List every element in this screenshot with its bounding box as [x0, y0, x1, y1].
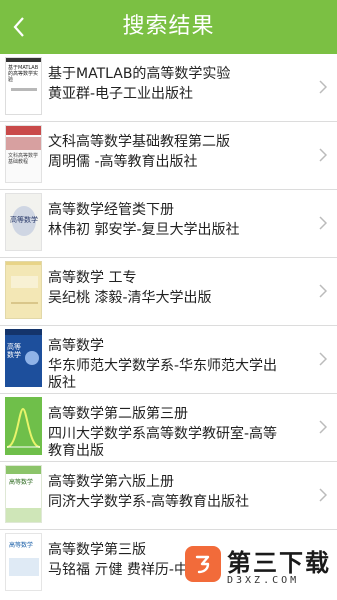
book-title: 高等数学 工专 — [48, 270, 137, 286]
book-cover: 基于MATLAB 的高等数学实验 — [5, 57, 42, 115]
book-row[interactable]: 高等 数学 高等数学 华东师范大学数学系-华东师范大学出版社 — [0, 326, 337, 394]
chevron-right-icon — [319, 352, 327, 366]
book-row[interactable]: 高等数学 工专 吴纪桃 漆毅-清华大学出版 — [0, 258, 337, 326]
book-row[interactable]: 基于MATLAB 的高等数学实验 基于MATLAB的高等数学实验 黄亚群-电子工… — [0, 54, 337, 122]
search-result-list: 基于MATLAB 的高等数学实验 基于MATLAB的高等数学实验 黄亚群-电子工… — [0, 54, 337, 598]
watermark: 第三下载 D3XZ.COM — [185, 543, 335, 595]
book-row[interactable]: 高等数学 高等数学第六版上册 同济大学数学系-高等教育出版社 — [0, 462, 337, 530]
book-meta: 华东师范大学数学系-华东师范大学出版社 — [48, 358, 278, 391]
book-meta: 周明儒 -高等教育出版社 — [48, 154, 198, 170]
watermark-name: 第三下载 — [227, 549, 331, 577]
book-title: 高等数学经管类下册 — [48, 202, 174, 218]
book-meta: 四川大学数学系高等数学教研室-高等教育出版 — [48, 426, 278, 459]
watermark-domain: D3XZ.COM — [227, 575, 300, 586]
book-cover: 高等数学 — [5, 193, 42, 251]
book-cover-text: 文科高等数学 基础教程 — [8, 153, 39, 165]
chevron-right-icon — [319, 148, 327, 162]
book-meta: 同济大学数学系-高等教育出版社 — [48, 494, 250, 510]
book-cover: 文科高等数学 基础教程 — [5, 125, 42, 183]
book-cover: 高等 数学 — [5, 329, 42, 387]
book-meta: 吴纪桃 漆毅-清华大学出版 — [48, 290, 212, 306]
book-title: 高等数学第六版上册 — [48, 474, 174, 490]
book-title: 文科高等数学基础教程第二版 — [48, 134, 230, 150]
book-cover-text: 高等数学 — [9, 479, 34, 486]
app-header: 搜索结果 — [0, 0, 337, 54]
watermark-logo-icon — [185, 546, 221, 582]
book-meta: 黄亚群-电子工业出版社 — [48, 86, 194, 102]
book-cover-text: 基于MATLAB 的高等数学实验 — [8, 65, 39, 83]
book-meta: 林伟初 郭安学-复旦大学出版社 — [48, 222, 240, 238]
book-title: 高等数学第二版第三册 — [48, 406, 188, 422]
chevron-right-icon — [319, 488, 327, 502]
chevron-right-icon — [319, 80, 327, 94]
book-title: 高等数学 — [48, 338, 104, 354]
chevron-right-icon — [319, 216, 327, 230]
cover-curve-graphic — [6, 407, 41, 448]
book-row[interactable]: 高等数学 高等数学经管类下册 林伟初 郭安学-复旦大学出版社 — [0, 190, 337, 258]
chevron-right-icon — [319, 420, 327, 434]
book-title: 基于MATLAB的高等数学实验 — [48, 66, 231, 82]
book-cover: 高等数学 — [5, 533, 42, 591]
book-row[interactable]: 高等数学第二版第三册 四川大学数学系高等数学教研室-高等教育出版 — [0, 394, 337, 462]
chevron-right-icon — [319, 284, 327, 298]
book-cover-text: 高等 数学 — [7, 343, 21, 359]
book-cover: 高等数学 — [5, 465, 42, 523]
book-cover — [5, 261, 42, 319]
page-title: 搜索结果 — [122, 14, 215, 39]
book-cover-text: 高等数学 — [9, 542, 34, 549]
book-row[interactable]: 文科高等数学 基础教程 文科高等数学基础教程第二版 周明儒 -高等教育出版社 — [0, 122, 337, 190]
book-cover-text: 高等数学 — [10, 216, 38, 224]
book-cover — [5, 397, 42, 455]
